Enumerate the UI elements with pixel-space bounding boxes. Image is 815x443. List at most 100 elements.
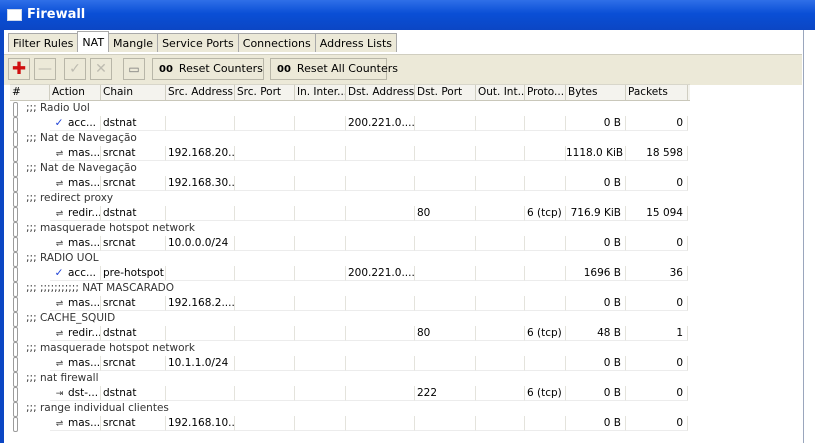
remove-button[interactable]: — <box>34 58 56 80</box>
action-label: acc... <box>68 117 96 129</box>
comment-row[interactable]: ;;; CACHE_SQUID <box>10 311 690 327</box>
title-bar: Firewall <box>0 0 815 30</box>
action-label: mas... <box>68 417 101 429</box>
table-row[interactable]: ⇌ redir... dstnat 80 6 (tcp) 48 B1 <box>10 326 690 342</box>
action-label: mas... <box>68 297 101 309</box>
tab-nat[interactable]: NAT <box>77 31 110 52</box>
src-port-cell <box>235 296 295 311</box>
action-cell: ⇌ mas... <box>50 296 101 311</box>
src-address-cell: 192.168.2.... <box>166 296 235 311</box>
dst-port-cell <box>415 266 476 281</box>
add-button[interactable]: ✚ <box>8 58 30 80</box>
reset-counters-button[interactable]: 00 Reset Counters <box>152 58 264 80</box>
dst-port-cell: 80 <box>415 206 476 221</box>
tab-mangle[interactable]: Mangle <box>108 33 159 52</box>
table-row[interactable]: ⇌ mas... srcnat 10.1.1.0/24 0 B0 <box>10 356 690 372</box>
dst-address-cell <box>346 236 415 251</box>
col-packets-header[interactable]: Packets <box>626 85 688 100</box>
bytes-cell: 0 B <box>566 356 626 371</box>
row-marker-icon <box>13 282 18 297</box>
window-frame-left <box>0 30 4 443</box>
disable-button[interactable]: ✕ <box>90 58 112 80</box>
col-protocol-header[interactable]: Proto... <box>525 85 566 100</box>
dst-port-cell: 222 <box>415 386 476 401</box>
comment-row[interactable]: ;;; Nat de Navegação <box>10 161 690 177</box>
col-src-address-header[interactable]: Src. Address <box>166 85 235 100</box>
dst-port-cell: 80 <box>415 326 476 341</box>
row-gutter <box>10 236 26 252</box>
dst-address-cell <box>346 296 415 311</box>
action-label: mas... <box>68 147 101 159</box>
col-chain-header[interactable]: Chain <box>101 85 166 100</box>
col-out-interface-header[interactable]: Out. Int... <box>476 85 525 100</box>
table-row[interactable]: ⇌ mas... srcnat 192.168.10... 0 B0 <box>10 416 690 432</box>
tab-connections[interactable]: Connections <box>237 33 316 52</box>
src-address-cell: 10.1.1.0/24 <box>166 356 235 371</box>
in-interface-cell <box>295 326 346 341</box>
in-interface-cell <box>295 356 346 371</box>
comment-row[interactable]: ;;; masquerade hotspot network <box>10 221 690 237</box>
reset-all-counters-button[interactable]: 00 Reset All Counters <box>270 58 398 80</box>
row-gutter <box>10 146 26 162</box>
masquerade-icon: ⇌ <box>55 239 64 249</box>
comment-row[interactable]: ;;; range individual clientes <box>10 401 690 417</box>
comment-row[interactable]: ;;; masquerade hotspot network <box>10 341 690 357</box>
bytes-cell: 0 B <box>566 416 626 431</box>
src-port-cell <box>235 326 295 341</box>
table-row[interactable]: ⇌ mas... srcnat 10.0.0.0/24 0 B0 <box>10 236 690 252</box>
action-label: mas... <box>68 357 101 369</box>
table-row[interactable]: ⇌ redir... dstnat 80 6 (tcp) 716.9 KiB 15 094 <box>10 206 690 222</box>
tab-service-ports[interactable]: Service Ports <box>157 33 239 52</box>
tab-address-lists[interactable]: Address Lists <box>314 33 398 52</box>
comment-row[interactable]: ;;; RADIO UOL <box>10 251 690 267</box>
row-marker-icon <box>13 132 18 147</box>
col-action-header[interactable]: Action <box>50 85 101 100</box>
src-port-cell <box>235 146 295 161</box>
table-row[interactable]: ⇥ dst-... dstnat 222 6 (tcp) 0 B0 <box>10 386 690 402</box>
col-dst-port-header[interactable]: Dst. Port <box>415 85 476 100</box>
row-gutter <box>10 416 26 432</box>
col-dst-address-header[interactable]: Dst. Address <box>346 85 415 100</box>
comment-row[interactable]: ;;; Radio Uol <box>10 101 690 117</box>
out-interface-cell <box>476 176 525 191</box>
rule-comment: ;;; Nat de Navegação <box>26 162 137 174</box>
row-gutter <box>10 356 26 372</box>
bytes-cell: 716.9 KiB <box>566 206 626 221</box>
chain-cell: srcnat <box>101 416 166 431</box>
packets-cell: 0 <box>626 116 688 131</box>
protocol-cell <box>525 356 566 371</box>
chain-cell: srcnat <box>101 356 166 371</box>
packets-cell: 0 <box>626 176 688 191</box>
tab-bar: Filter Rules NAT Mangle Service Ports Co… <box>8 31 398 53</box>
table-row[interactable]: ✓ acc... dstnat 200.221.0.... 0 B0 <box>10 116 690 132</box>
col-in-interface-header[interactable]: In. Inter... <box>295 85 346 100</box>
comment-row[interactable]: ;;; nat firewall <box>10 371 690 387</box>
in-interface-cell <box>295 206 346 221</box>
rule-comment: ;;; masquerade hotspot network <box>26 222 195 234</box>
comment-button[interactable]: ▭ <box>123 58 145 80</box>
table-row[interactable]: ⇌ mas... srcnat 192.168.20... 1118.0 KiB 18 5… <box>10 146 690 162</box>
comment-row[interactable]: ;;; redirect proxy <box>10 191 690 207</box>
out-interface-cell <box>476 356 525 371</box>
col-bytes-header[interactable]: Bytes <box>566 85 626 100</box>
comment-row[interactable]: ;;; Nat de Navegação <box>10 131 690 147</box>
in-interface-cell <box>295 386 346 401</box>
in-interface-cell <box>295 176 346 191</box>
plus-icon: ✚ <box>11 59 27 79</box>
packets-cell: 0 <box>626 296 688 311</box>
dst-address-cell: 200.221.0.... <box>346 266 415 281</box>
table-row[interactable]: ⇌ mas... srcnat 192.168.2.... 0 B0 <box>10 296 690 312</box>
enable-button[interactable]: ✓ <box>64 58 86 80</box>
row-gutter <box>10 326 26 342</box>
table-row[interactable]: ✓ acc... pre-hotspot 200.221.0.... 1696 B 36 <box>10 266 690 282</box>
dst-port-cell <box>415 296 476 311</box>
comment-row[interactable]: ;;; ;;;;;;;;;;; NAT MASCARADO <box>10 281 690 297</box>
dst-address-cell: 200.221.0.... <box>346 116 415 131</box>
check-icon: ✓ <box>69 61 81 77</box>
action-cell: ⇌ mas... <box>50 176 101 191</box>
col-src-port-header[interactable]: Src. Port <box>235 85 295 100</box>
col-index-header[interactable]: # <box>10 85 50 100</box>
masquerade-icon: ⇌ <box>55 179 64 189</box>
table-row[interactable]: ⇌ mas... srcnat 192.168.30... 0 B0 <box>10 176 690 192</box>
tab-filter-rules[interactable]: Filter Rules <box>8 33 79 52</box>
